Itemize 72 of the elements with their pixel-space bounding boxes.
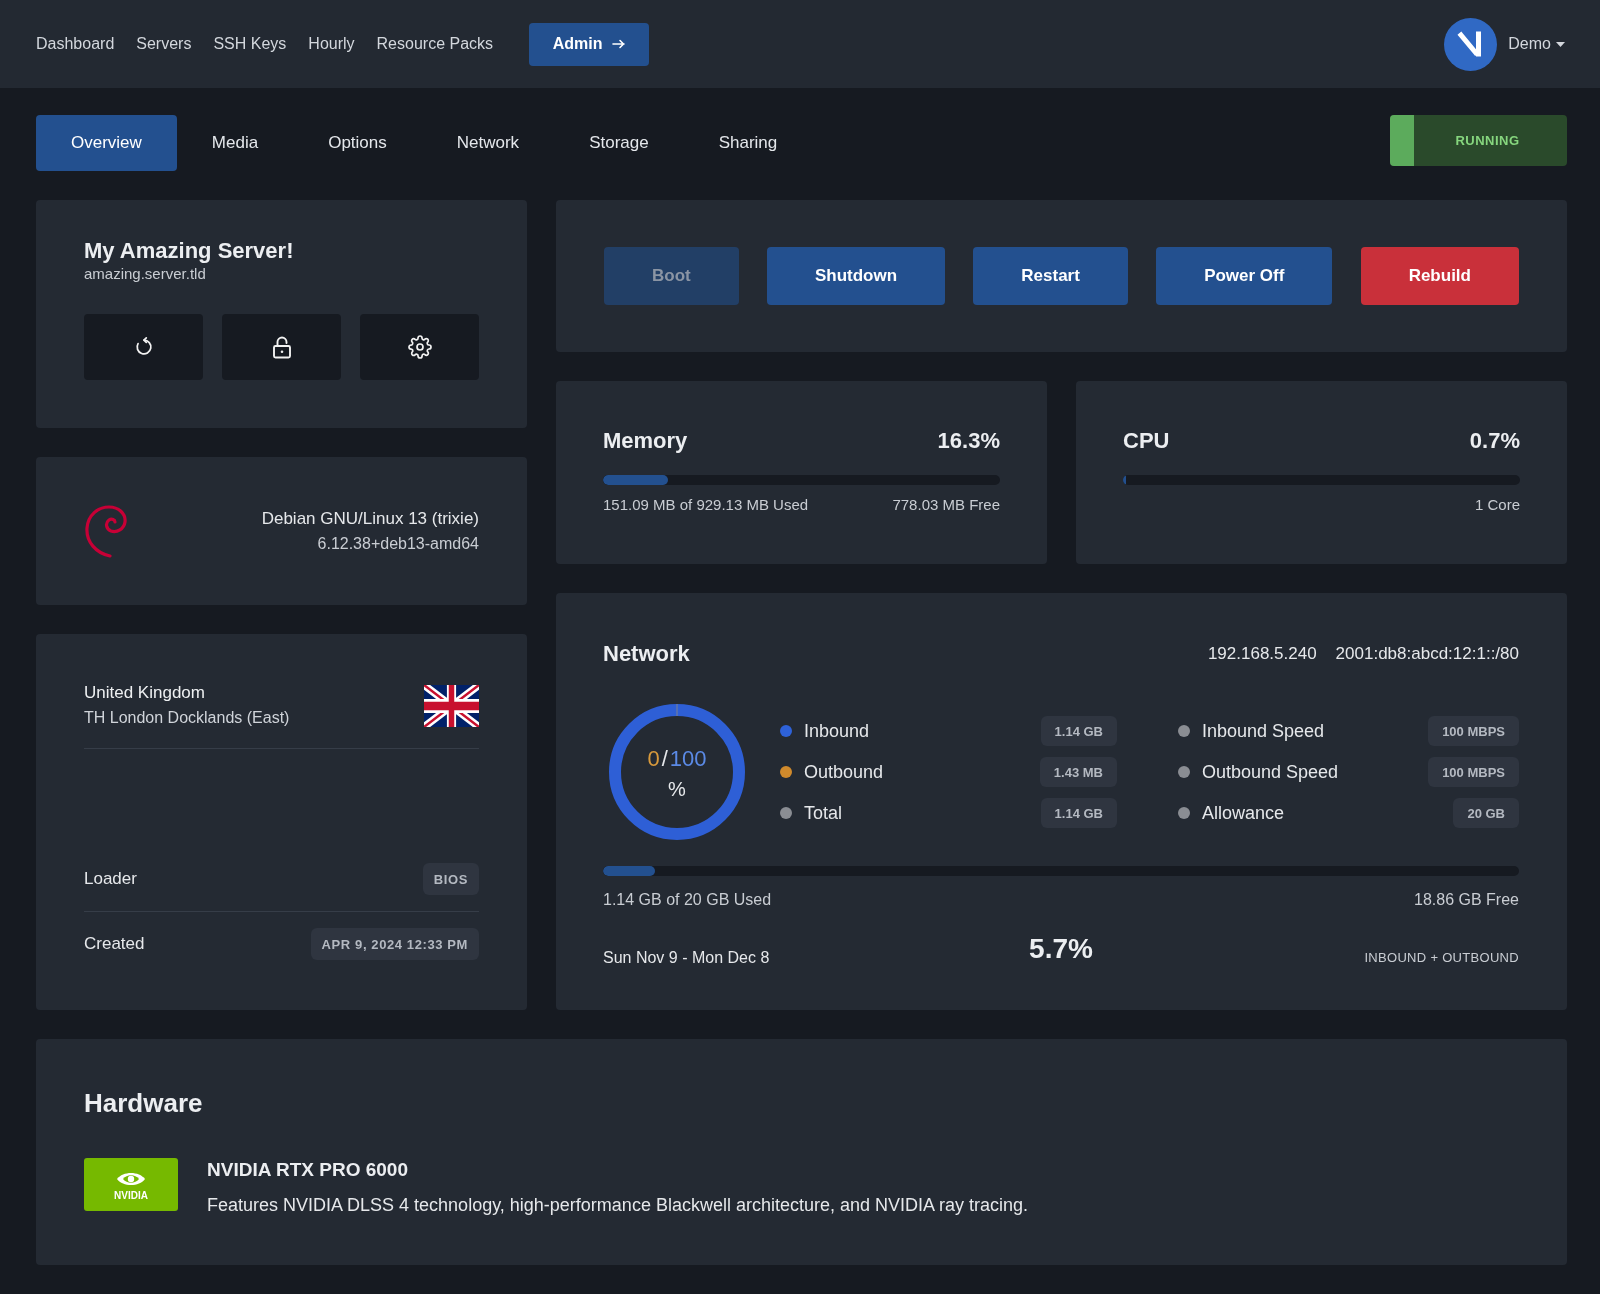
usage-percent: 0.7%: [1469, 428, 1520, 454]
flag-icon: [424, 685, 479, 727]
detail-value: BIOS: [422, 863, 479, 895]
action-button[interactable]: Rebuild: [1360, 247, 1519, 305]
detail-value: APR 9, 2024 12:33 PM: [310, 928, 479, 960]
action-button[interactable]: Power Off: [1156, 247, 1333, 305]
hostname: amazing.server.tld: [84, 264, 206, 284]
usage-caption: 151.09 MB of 929.13 MB Used: [603, 495, 809, 515]
free-caption: 778.03 MB Free: [892, 495, 1000, 515]
legend-value: 100 MBPS: [1428, 716, 1519, 746]
usage-percent: 16.3%: [937, 428, 1000, 454]
legend-value: 1.14 GB: [1040, 798, 1117, 828]
legend-label: Outbound Speed: [1202, 761, 1339, 783]
detail-label: Loader: [84, 869, 137, 889]
settings-button[interactable]: [360, 314, 479, 380]
gauge-unit: %: [668, 777, 686, 802]
datacenter-name: TH London Docklands (East): [84, 708, 290, 728]
nav-link[interactable]: Resource Packs: [376, 35, 494, 53]
swirl-logo-icon: [84, 504, 128, 558]
gauge-total-value: 100: [669, 746, 707, 772]
legend-value: 20 GB: [1453, 798, 1519, 828]
lock-button[interactable]: [222, 314, 341, 380]
nav-link[interactable]: Hourly: [308, 35, 355, 53]
scope-label: INBOUND + OUTBOUND: [1364, 949, 1519, 967]
logo-wordmark: NVIDIA: [114, 1189, 148, 1201]
legend-label: Inbound Speed: [1202, 720, 1325, 742]
settings-icon: [407, 335, 432, 359]
card-title: Network: [603, 641, 690, 667]
free-caption: 18.86 GB Free: [1414, 890, 1519, 910]
legend-label: Allowance: [1202, 802, 1285, 824]
legend-label: Inbound: [804, 720, 870, 742]
nav-link[interactable]: SSH Keys: [213, 35, 287, 53]
ip-address: 2001:db8:abcd:12:1::/80: [1335, 644, 1519, 664]
status-badge: RUNNING: [1390, 115, 1567, 166]
server-name: My Amazing Server!: [84, 238, 294, 264]
tab[interactable]: Network: [421, 115, 555, 171]
tab[interactable]: Storage: [554, 115, 684, 171]
user-menu[interactable]: Demo: [1508, 35, 1565, 53]
legend-label: Total: [804, 802, 843, 824]
action-button[interactable]: Shutdown: [766, 247, 946, 305]
action-button[interactable]: Restart: [973, 247, 1128, 305]
tab[interactable]: Options: [293, 115, 422, 171]
core-count: 1 Core: [1474, 495, 1520, 515]
period-label: Sun Nov 9 - Mon Dec 8: [603, 948, 770, 968]
nav-link[interactable]: Dashboard: [36, 35, 115, 53]
card-title: Memory: [603, 428, 688, 454]
detail-label: Created: [84, 934, 145, 954]
avatar-icon[interactable]: [1444, 17, 1498, 71]
legend-label: Outbound: [804, 761, 884, 783]
os-name: Debian GNU/Linux 13 (trixie): [261, 508, 479, 530]
legend-value: 100 MBPS: [1428, 757, 1519, 787]
gpu-description: Features NVIDIA DLSS 4 technology, high-performance Blackwell architecture, and NVIDIA ray tracing.: [207, 1194, 1029, 1217]
gauge-separator: /: [661, 746, 668, 772]
admin-button[interactable]: Admin: [529, 22, 650, 66]
usage-caption: 1.14 GB of 20 GB Used: [603, 890, 772, 910]
tab[interactable]: Sharing: [683, 115, 813, 171]
caret-icon: [1556, 41, 1565, 47]
usage-percent: 5.7%: [1029, 932, 1093, 966]
gpu-name: NVIDIA RTX PRO 6000: [207, 1158, 408, 1182]
gauge-used-value: 0: [647, 746, 660, 772]
padlock-icon: [270, 335, 293, 359]
tab[interactable]: Overview: [36, 115, 177, 171]
card-title: CPU: [1123, 428, 1170, 454]
ip-address: 192.168.5.240: [1207, 644, 1317, 664]
tab[interactable]: Media: [176, 115, 294, 171]
nav-link[interactable]: Servers: [136, 35, 192, 53]
section-title: Hardware: [84, 1087, 203, 1119]
country-name: United Kingdom: [84, 682, 205, 704]
legend-value: 1.14 GB: [1040, 716, 1117, 746]
arrow-right-icon: [612, 39, 626, 49]
kernel-version: 6.12.38+deb13-amd64: [317, 534, 479, 554]
legend-value: 1.43 MB: [1039, 757, 1117, 787]
